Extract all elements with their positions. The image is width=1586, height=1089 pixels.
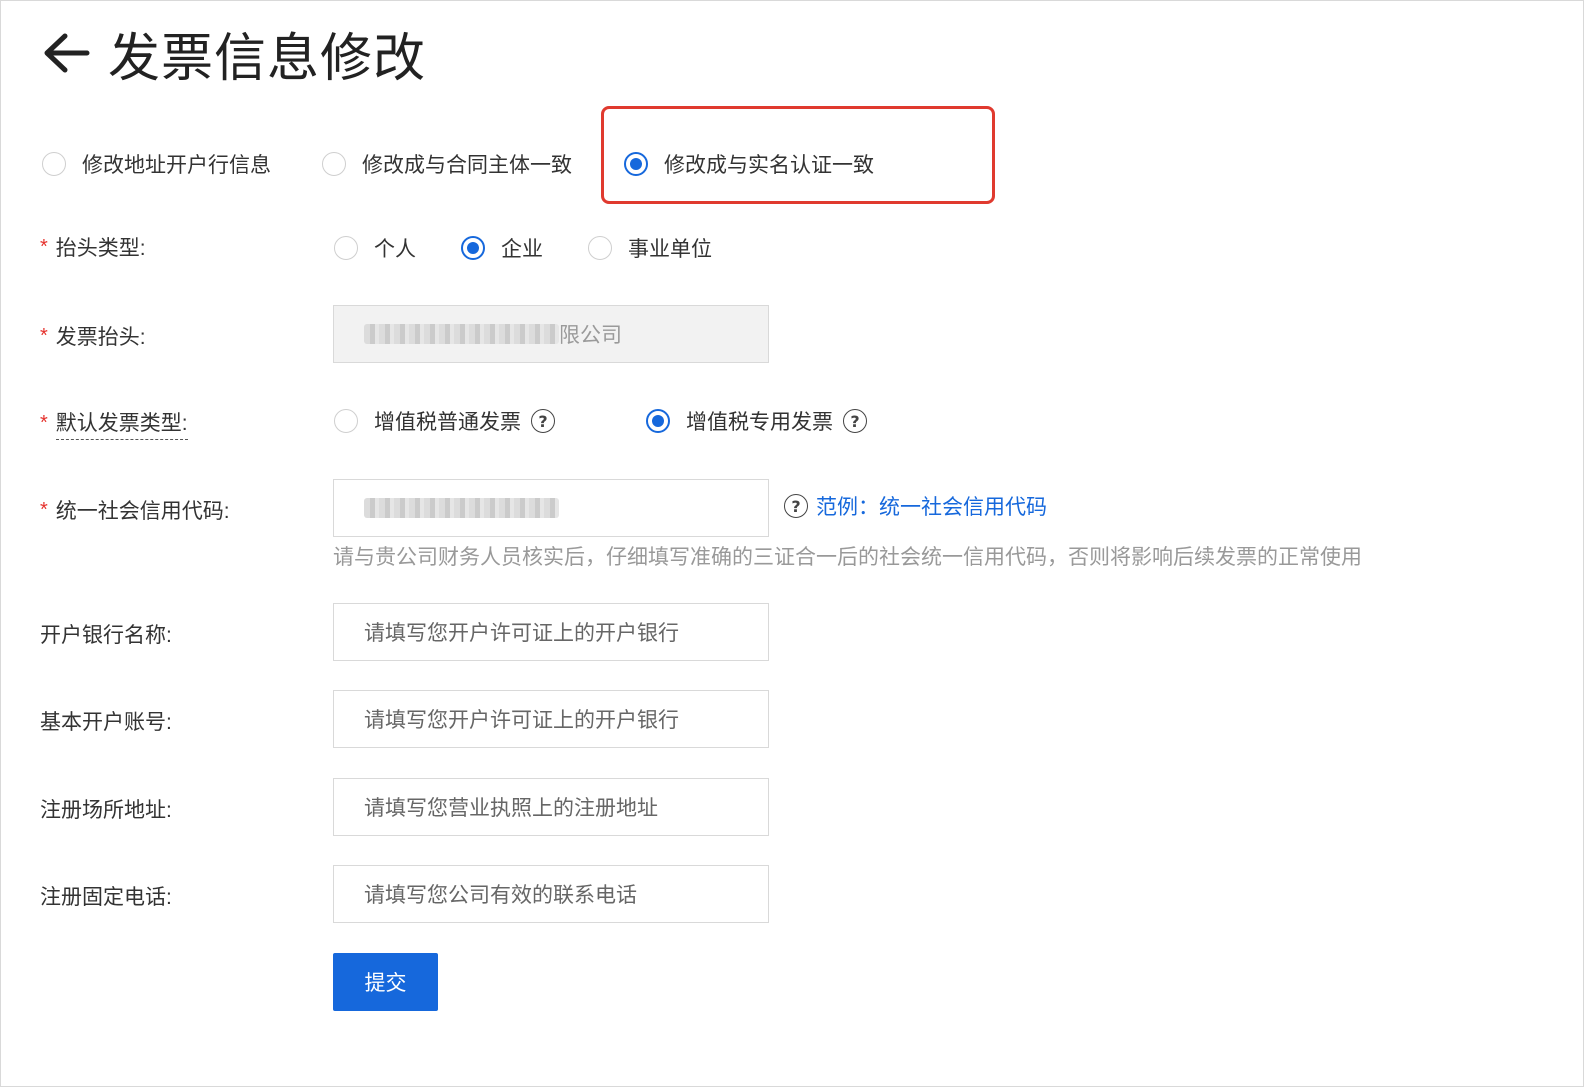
credit-code-hint: 请与贵公司财务人员核实后，仔细填写准确的三证合一后的社会统一信用代码，否则将影响… [333,546,1362,569]
submit-button[interactable]: 提交 [333,953,438,1011]
redacted-text [364,324,559,344]
credit-code-input[interactable] [333,479,769,537]
reg-phone-label: 注册固定电话: [40,886,172,909]
redacted-text [364,498,559,518]
radio-header-type-enterprise[interactable]: 企业 [461,233,543,263]
radio-indicator [334,236,358,260]
radio-modify-address-bank[interactable]: 修改地址开户行信息 [42,149,271,179]
credit-code-label: * 统一社会信用代码: [40,498,230,524]
bank-account-label: 基本开户账号: [40,711,172,734]
help-icon[interactable]: ? [531,409,555,433]
radio-invoice-type-special[interactable]: 增值税专用发票 ? [646,406,867,436]
reg-address-input[interactable]: 请填写您营业执照上的注册地址 [333,778,769,836]
radio-header-type-personal[interactable]: 个人 [334,233,416,263]
reg-phone-input[interactable]: 请填写您公司有效的联系电话 [333,865,769,923]
radio-indicator [42,152,66,176]
default-invoice-type-label: * 默认发票类型: [40,407,188,440]
highlight-annotation-box [601,106,995,204]
radio-indicator [322,152,346,176]
header-type-label: * 抬头类型: [40,235,146,261]
radio-indicator [334,409,358,433]
radio-indicator-checked [461,236,485,260]
bank-name-input[interactable]: 请填写您开户许可证上的开户银行 [333,603,769,661]
reg-address-label: 注册场所地址: [40,799,172,822]
radio-indicator-checked [646,409,670,433]
back-button[interactable] [38,25,94,81]
bank-name-label: 开户银行名称: [40,624,172,647]
radio-invoice-type-general[interactable]: 增值税普通发票 ? [334,406,555,436]
bank-account-input[interactable]: 请填写您开户许可证上的开户银行 [333,690,769,748]
page-title: 发票信息修改 [108,28,427,89]
radio-modify-contract-entity[interactable]: 修改成与合同主体一致 [322,149,572,179]
radio-header-type-institution[interactable]: 事业单位 [588,233,712,263]
radio-indicator [588,236,612,260]
help-icon[interactable]: ? [843,409,867,433]
back-arrow-icon [44,33,90,73]
help-icon: ? [784,494,808,518]
credit-code-example-link[interactable]: ? 范例：统一社会信用代码 [784,491,1047,521]
invoice-header-input[interactable]: 限公司 [333,305,769,363]
invoice-header-label: * 发票抬头: [40,324,146,350]
page-header: 发票信息修改 [38,18,427,89]
